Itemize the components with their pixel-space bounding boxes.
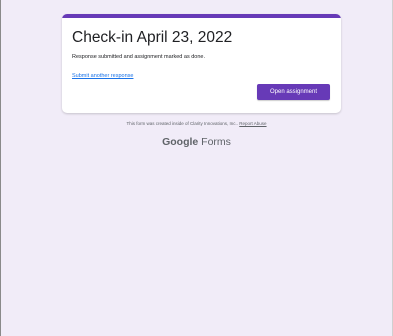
open-assignment-button[interactable]: Open assignment: [257, 84, 330, 100]
report-abuse-link[interactable]: Report Abuse: [239, 121, 266, 126]
confirmation-message: Response submitted and assignment marked…: [72, 54, 205, 60]
created-by-text: This form was created inside of Clarity …: [126, 121, 238, 126]
brand-google-text: Google: [162, 136, 199, 148]
card-accent-bar: [62, 14, 341, 18]
confirmation-card: Check-in April 23, 2022 Response submitt…: [62, 14, 341, 113]
window-left-border: [0, 0, 1, 336]
google-forms-logo[interactable]: Google Forms: [0, 136, 393, 148]
form-footer: This form was created inside of Clarity …: [0, 121, 393, 126]
brand-forms-text: Forms: [201, 136, 231, 148]
form-title: Check-in April 23, 2022: [72, 29, 233, 46]
submit-another-response-link[interactable]: Submit another response: [72, 73, 133, 79]
